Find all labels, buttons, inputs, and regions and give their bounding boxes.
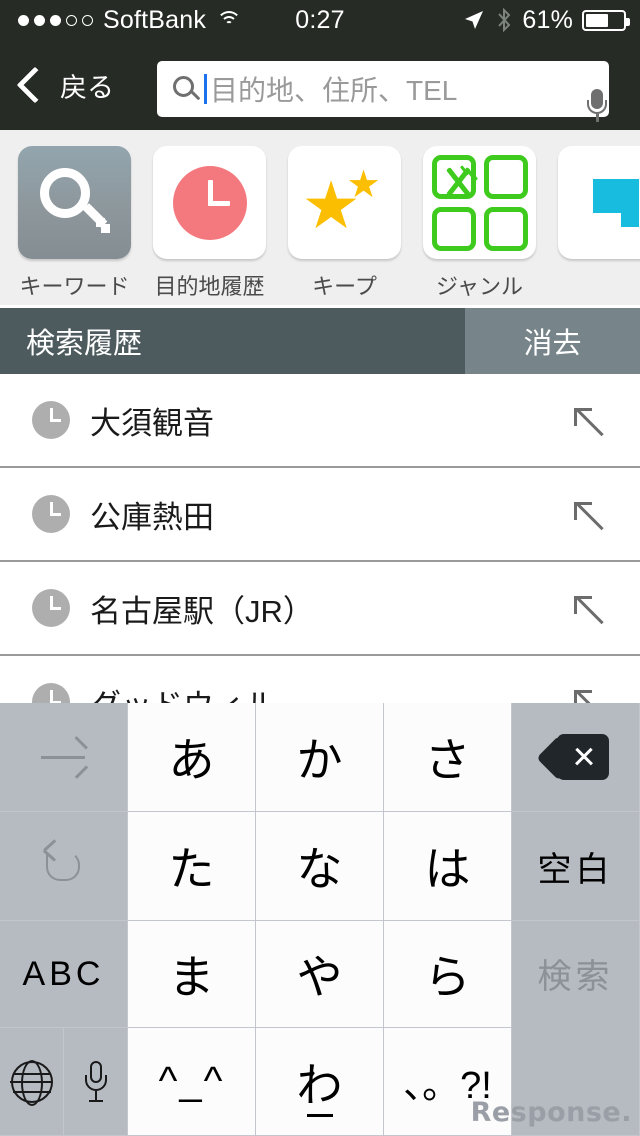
history-row-label: 大須観音 (90, 405, 214, 441)
key-next-candidate[interactable] (0, 703, 128, 812)
text-cursor (204, 74, 207, 104)
tile-keyword-icon-box (18, 146, 131, 259)
arrow-up-left-icon[interactable] (572, 499, 606, 533)
key-ya[interactable]: や (256, 921, 384, 1028)
key-ma[interactable]: ま (128, 921, 256, 1028)
status-bar: SoftBank 0:27 61% (0, 0, 640, 40)
history-row[interactable]: 公庫熱田 (0, 468, 640, 562)
tile-keyword-label: キーワード (19, 274, 130, 299)
key-undo[interactable] (0, 812, 128, 921)
tile-genre-label: ジャンル (436, 274, 523, 299)
tile-keep-icon-box: ★ ★ (288, 146, 401, 259)
key-space-label: 空白 (537, 850, 614, 889)
microphone-icon (84, 1060, 107, 1103)
tile-keyword[interactable]: キーワード (18, 130, 131, 301)
clock-icon (32, 401, 70, 439)
search-history-header: 検索履歴 消去 (0, 308, 640, 374)
key-a[interactable]: あ (128, 703, 256, 812)
back-button[interactable]: 戻る (0, 66, 114, 105)
underscore-mark (306, 1114, 333, 1117)
backspace-delete-icon (535, 734, 609, 781)
clear-history-button[interactable]: 消去 (465, 308, 640, 374)
tile-next-icon-box (558, 146, 640, 259)
history-row-label: 公庫熱田 (90, 499, 214, 535)
status-clock: 0:27 (295, 5, 345, 34)
chevron-left-icon (16, 66, 54, 104)
history-row[interactable]: 名古屋駅（JR） (0, 562, 640, 656)
search-field[interactable]: 目的地、住所、TEL (157, 61, 609, 122)
back-button-label: 戻る (60, 72, 114, 103)
key-ta[interactable]: た (128, 812, 256, 921)
key-delete[interactable] (512, 703, 640, 812)
tile-genre[interactable]: ジャンル (423, 130, 536, 301)
search-history-list[interactable]: 大須観音 公庫熱田 名古屋駅（JR） グッドウィル (0, 374, 640, 704)
app-root: SoftBank 0:27 61% 戻る 目的地、住所、TEL キーワード 目的… (0, 0, 640, 1136)
arrow-up-left-icon[interactable] (572, 405, 606, 439)
map-pin-icon (592, 173, 640, 233)
key-abc-label: ABC (22, 954, 105, 993)
tile-keep-label: キープ (312, 274, 377, 299)
search-icon (173, 76, 201, 102)
clock-icon (32, 589, 70, 627)
tile-next-partial[interactable] (558, 130, 640, 269)
key-abc[interactable]: ABC (0, 921, 128, 1028)
tile-destination-history-icon-box (153, 146, 266, 259)
genre-grid-fork-knife-icon (431, 154, 528, 251)
battery-icon (582, 9, 630, 31)
key-search-label: 検索 (537, 957, 614, 996)
key-na[interactable]: な (256, 812, 384, 921)
arrow-right-icon (40, 736, 88, 779)
tile-keep[interactable]: ★ ★ キープ (288, 130, 401, 301)
arrow-up-left-icon[interactable] (572, 687, 606, 704)
arrow-up-left-icon[interactable] (572, 593, 606, 627)
undo-icon (42, 839, 86, 885)
history-row-label: 名古屋駅（JR） (90, 593, 314, 629)
clock-icon (32, 495, 70, 533)
clock-icon (172, 165, 247, 240)
navigation-bar: 戻る 目的地、住所、TEL (0, 40, 640, 130)
history-row-label: グッドウィル (90, 680, 276, 705)
japanese-kana-keyboard[interactable]: あ か さ た な は 空白 ABC ま や ら 検索 ^_^ わ 、。?! R… (0, 703, 640, 1136)
key-wa[interactable]: わ (256, 1028, 384, 1136)
history-row[interactable]: 大須観音 (0, 374, 640, 468)
clock-icon (32, 683, 70, 704)
key-space[interactable]: 空白 (512, 812, 640, 921)
category-tile-strip[interactable]: キーワード 目的地履歴 ★ ★ キープ ジャンル (0, 130, 640, 305)
key-dictation[interactable] (63, 1028, 127, 1135)
key-kaomoji[interactable]: ^_^ (128, 1028, 256, 1136)
stars-icon: ★ ★ (301, 163, 381, 242)
globe-language-icon (10, 1060, 53, 1103)
key-ka[interactable]: か (256, 703, 384, 812)
key-language-switch[interactable] (0, 1028, 63, 1135)
key-kaomoji-label: ^_^ (158, 1059, 225, 1103)
search-placeholder: 目的地、住所、TEL (210, 75, 458, 106)
key-ha[interactable]: は (384, 812, 512, 921)
history-row[interactable]: グッドウィル (0, 656, 640, 704)
search-magnifier-icon (38, 166, 112, 240)
key-sa[interactable]: さ (384, 703, 512, 812)
tile-destination-history[interactable]: 目的地履歴 (153, 130, 266, 301)
key-wa-label: わ (296, 1058, 343, 1111)
key-ra[interactable]: ら (384, 921, 512, 1028)
response-watermark: Response. (470, 1097, 632, 1128)
tile-genre-icon-box (423, 146, 536, 259)
tile-destination-history-label: 目的地履歴 (154, 274, 265, 299)
key-globe-mic-group[interactable] (0, 1028, 128, 1136)
search-history-title: 検索履歴 (26, 328, 143, 360)
